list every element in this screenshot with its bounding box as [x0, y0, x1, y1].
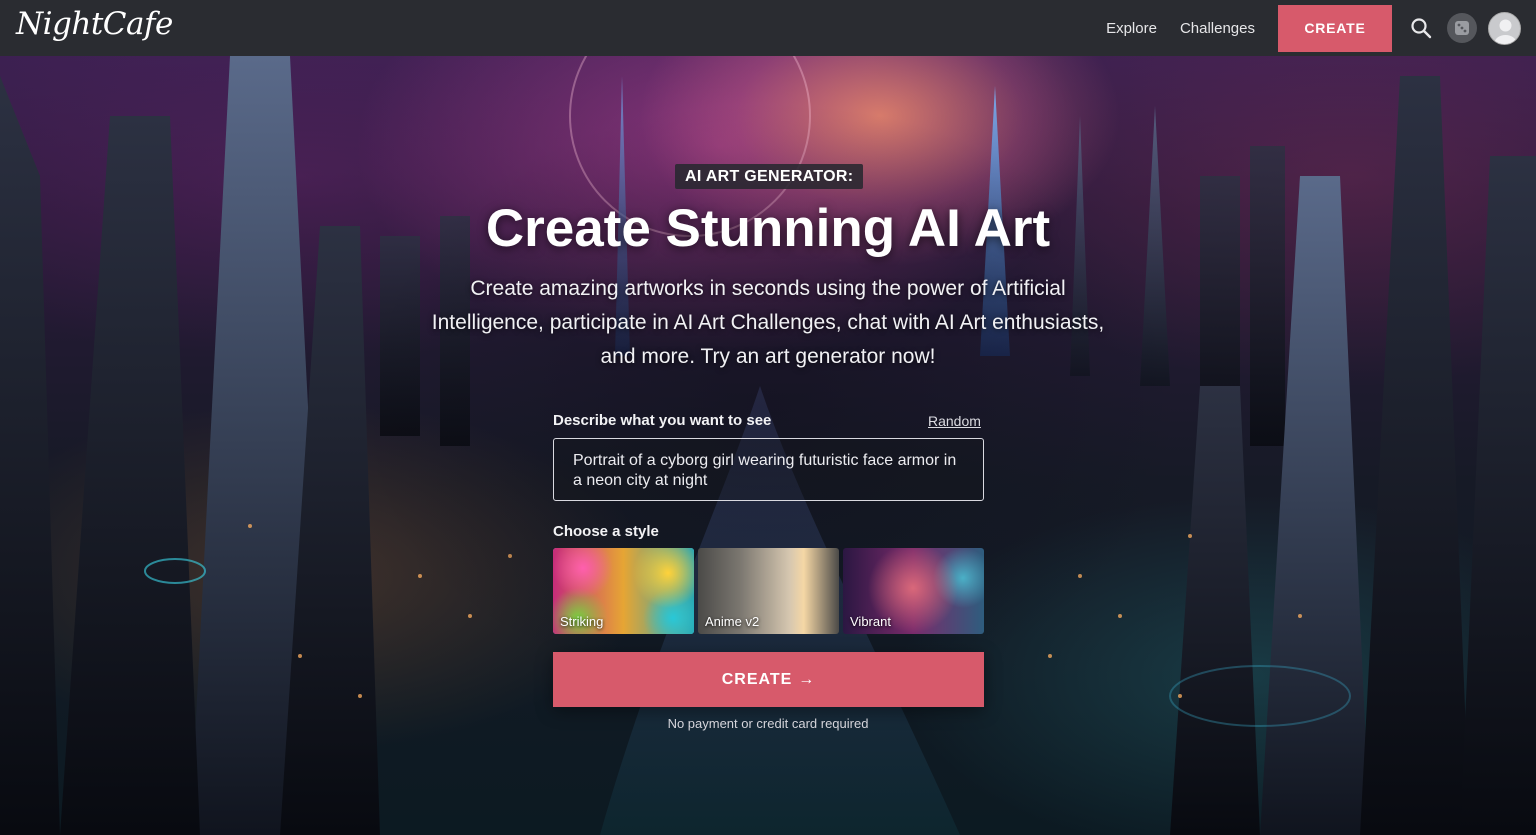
style-option-anime-v2[interactable]: Anime v2	[698, 548, 839, 634]
style-option-vibrant[interactable]: Vibrant	[843, 548, 984, 634]
hero-content: AI ART GENERATOR: Create Stunning AI Art…	[0, 56, 1536, 835]
create-art-button[interactable]: CREATE →	[553, 652, 984, 707]
search-icon[interactable]	[1406, 13, 1436, 43]
arrow-right-icon: →	[798, 670, 816, 688]
nav-links: Explore Challenges CREATE	[1106, 0, 1536, 56]
dice-icon	[1447, 13, 1477, 43]
create-art-button-label: CREATE	[721, 670, 793, 688]
nav-challenges-link[interactable]: Challenges	[1180, 20, 1255, 37]
page-title: Create Stunning AI Art	[485, 199, 1051, 258]
style-option-striking[interactable]: Striking	[553, 548, 694, 634]
style-label: Choose a style	[553, 523, 659, 540]
random-prompt-link[interactable]: Random	[928, 413, 981, 429]
random-dice-button[interactable]	[1447, 13, 1477, 43]
user-avatar[interactable]	[1488, 11, 1521, 45]
top-navigation-bar: NightCafe Explore Challenges CREATE	[0, 0, 1536, 56]
no-payment-note: No payment or credit card required	[667, 716, 869, 731]
prompt-input[interactable]	[553, 438, 984, 501]
style-picker: Striking Anime v2 Vibrant	[553, 548, 984, 634]
header-create-button[interactable]: CREATE	[1278, 4, 1392, 52]
style-name: Striking	[560, 614, 604, 629]
style-name: Anime v2	[705, 614, 760, 629]
nightcafe-logo[interactable]: NightCafe	[16, 6, 173, 42]
hero-subtitle: Create amazing artworks in seconds using…	[431, 277, 1105, 368]
prompt-label: Describe what you want to see	[553, 412, 772, 429]
style-name: Vibrant	[850, 614, 891, 629]
ai-art-generator-badge: AI ART GENERATOR:	[675, 164, 864, 189]
nav-explore-link[interactable]: Explore	[1106, 20, 1157, 37]
